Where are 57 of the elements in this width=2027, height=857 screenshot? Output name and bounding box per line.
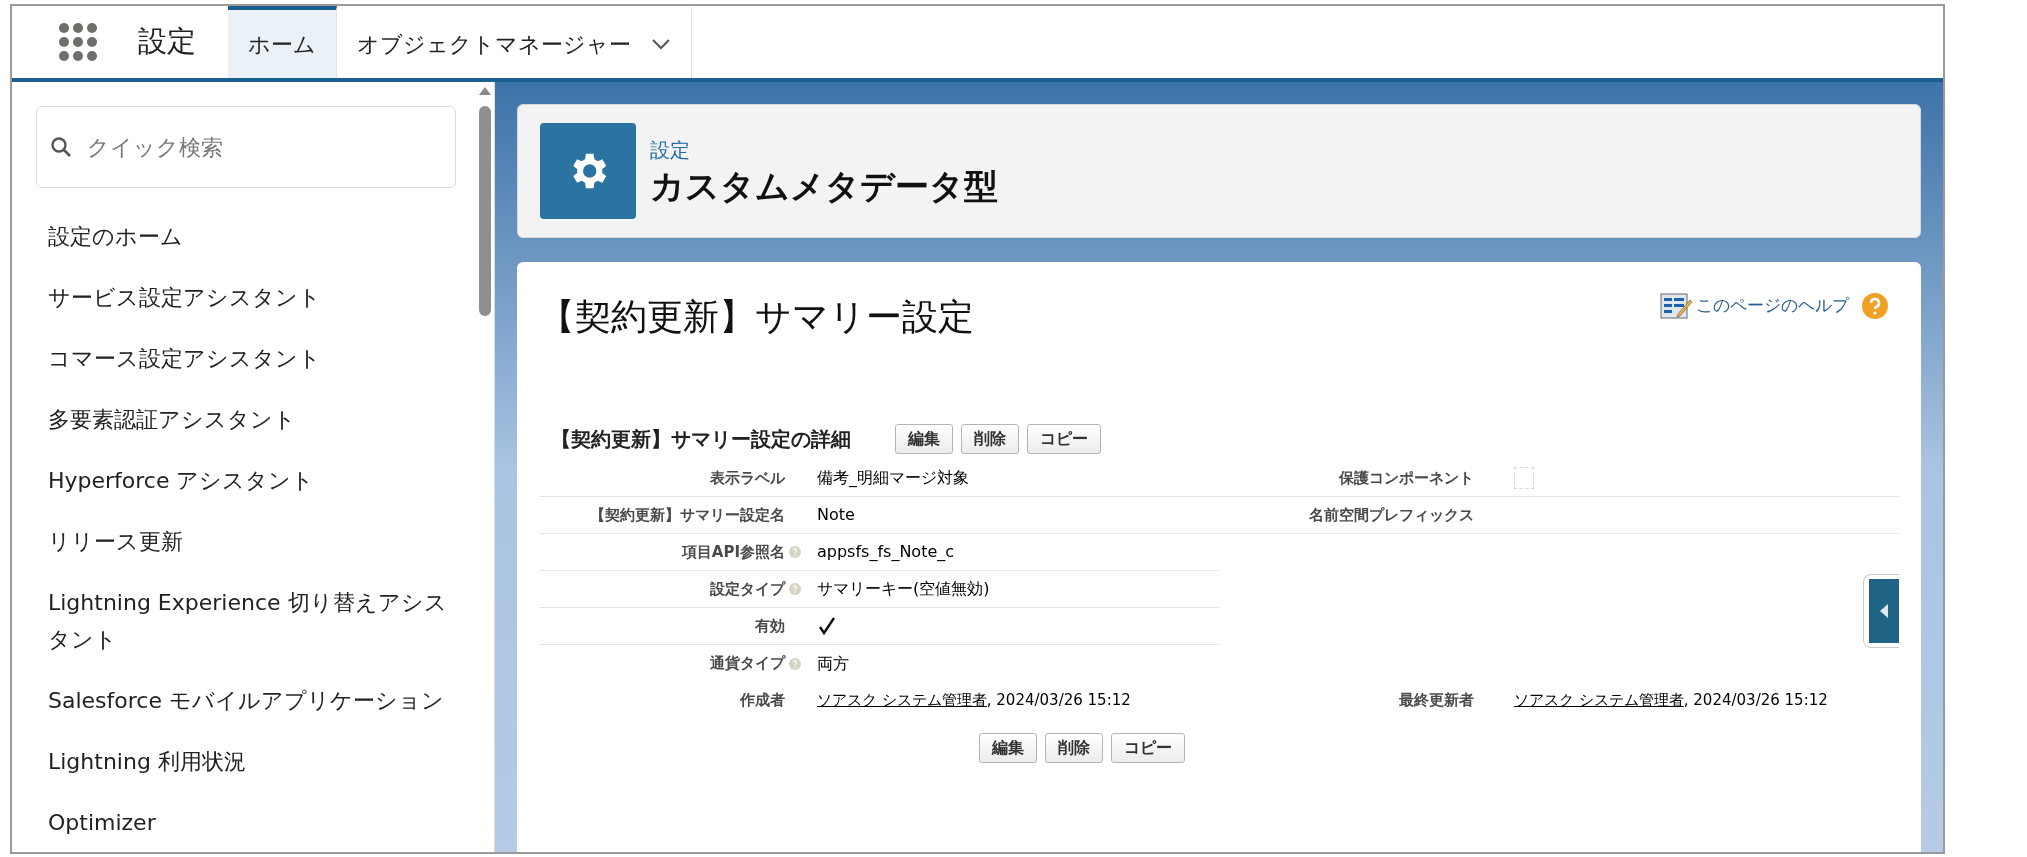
page-header-title: カスタムメタデータ型 — [650, 164, 998, 208]
user-link[interactable]: ソアスク システム管理者 — [1514, 689, 1684, 712]
help-link[interactable]: このページのヘルプ — [1660, 292, 1849, 320]
sidebar-item[interactable]: コマース設定アシスタント — [48, 340, 456, 377]
field-label: 【契約更新】サマリー設定名 — [590, 504, 785, 526]
timestamp: , 2024/03/26 15:12 — [986, 690, 1131, 712]
field-label: 有効 — [755, 615, 785, 637]
sidebar-item[interactable]: Optimizer — [48, 804, 456, 841]
sidebar-item[interactable]: 設定のホーム — [48, 218, 456, 255]
arrow-left-icon — [1879, 603, 1889, 619]
action-button[interactable]: コピー — [1111, 733, 1185, 763]
scroll-up-icon[interactable] — [478, 86, 492, 96]
action-button[interactable]: 編集 — [895, 424, 953, 454]
action-button[interactable]: コピー — [1027, 424, 1101, 454]
timestamp: , 2024/03/26 15:12 — [1683, 690, 1828, 712]
sidebar-item[interactable]: Hyperforce アシスタント — [48, 462, 456, 499]
user-link[interactable]: ソアスク システム管理者 — [817, 689, 987, 712]
nav-tab[interactable]: オブジェクトマネージャー — [337, 6, 692, 78]
field-value: Note — [817, 504, 855, 526]
field-value: appsfs_fs_Note_c — [817, 541, 955, 563]
nav-tab[interactable]: ホーム — [228, 6, 337, 78]
help-icon[interactable] — [789, 546, 801, 558]
chevron-down-icon[interactable] — [651, 38, 671, 50]
field-label: 最終更新者 — [1399, 690, 1474, 712]
section-title: 【契約更新】サマリー設定の詳細 — [551, 426, 851, 453]
help-icon[interactable] — [1861, 292, 1889, 320]
app-launcher-icon[interactable] — [58, 22, 98, 62]
quick-search-field[interactable]: クイック検索 — [36, 106, 456, 188]
field-label: 表示ラベル — [710, 467, 785, 489]
help-icon[interactable] — [789, 583, 801, 595]
field-value: 備考_明細マージ対象 — [817, 467, 969, 489]
gear-icon — [540, 123, 636, 219]
sidebar-item[interactable]: リリース更新 — [48, 523, 456, 560]
action-button[interactable]: 編集 — [979, 733, 1037, 763]
field-label: 項目API参照名 — [681, 541, 785, 563]
sidebar-item[interactable]: Salesforce モバイルアプリケーション — [48, 682, 456, 719]
sidebar-item[interactable]: 多要素認証アシスタント — [48, 401, 456, 438]
field-value: サマリーキー(空値無効) — [817, 578, 990, 600]
field-label: 設定タイプ — [710, 578, 785, 600]
field-value: 両方 — [817, 652, 849, 675]
breadcrumb[interactable]: 設定 — [650, 134, 998, 165]
table-edit-icon — [1660, 292, 1692, 320]
field-label: 通貨タイプ — [710, 653, 785, 675]
sidebar-item[interactable]: Lightning Experience 切り替えアシスタント — [48, 584, 456, 658]
search-icon — [50, 136, 72, 158]
collapse-tab[interactable] — [1863, 574, 1899, 648]
field-label: 作成者 — [740, 690, 785, 712]
action-button[interactable]: 削除 — [961, 424, 1019, 454]
field-label: 名前空間プレフィックス — [1309, 504, 1474, 526]
scrollbar-thumb[interactable] — [479, 106, 491, 316]
page-title: 【契約更新】サマリー設定 — [539, 295, 974, 339]
sidebar-item[interactable]: Lightning 利用状況 — [48, 743, 456, 780]
app-title: 設定 — [138, 23, 196, 61]
action-button[interactable]: 削除 — [1045, 733, 1103, 763]
help-icon[interactable] — [789, 657, 801, 670]
sidebar-item[interactable]: サービス設定アシスタント — [48, 279, 456, 316]
field-label: 保護コンポーネント — [1339, 467, 1474, 489]
